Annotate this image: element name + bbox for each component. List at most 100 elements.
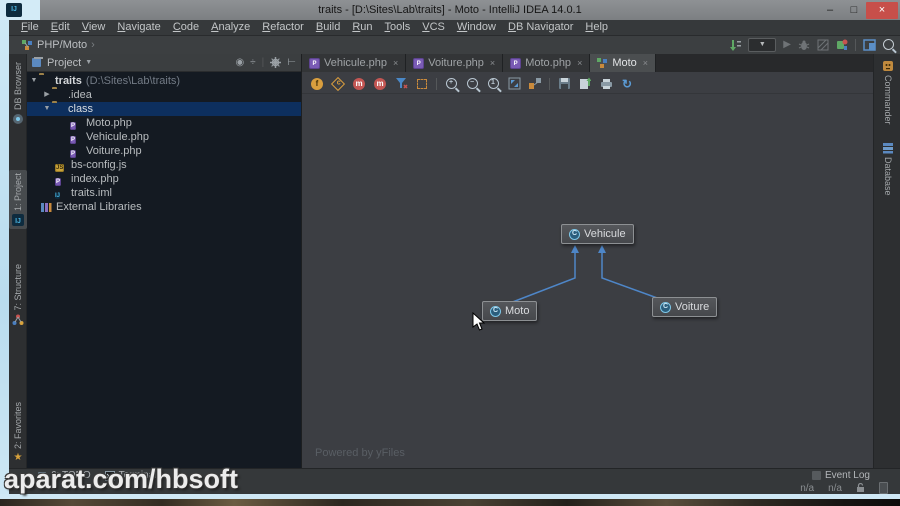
collapse-all-icon[interactable]: ÷ (250, 57, 256, 68)
mouse-cursor (472, 312, 486, 331)
menu-db-navigator[interactable]: DB Navigator (502, 20, 579, 35)
run-configuration-select[interactable]: ▼ (748, 37, 777, 52)
database-console-icon[interactable] (836, 39, 848, 51)
status-value: n/a (800, 482, 815, 494)
save-diagram-icon[interactable] (558, 77, 571, 90)
expand-arrow-icon[interactable]: ▼ (42, 102, 52, 116)
print-icon[interactable] (600, 78, 613, 90)
visibility-filter-icon[interactable] (395, 77, 408, 90)
menu-edit[interactable]: Edit (45, 20, 76, 35)
commander-icon (883, 61, 893, 71)
class-icon: C (569, 228, 580, 240)
breadcrumb-path: PHP/Moto (37, 39, 88, 51)
project-panel: Project ▼ ◉ ÷ | ⊢ ▼ traits (D:\Sites\Lab… (27, 54, 302, 468)
tab-moto-php[interactable]: P Moto.php × (503, 54, 591, 72)
change-scope-icon[interactable] (417, 78, 427, 89)
show-properties-icon[interactable]: m (374, 77, 386, 90)
project-view-title[interactable]: Project (47, 57, 81, 69)
project-view-chevron-icon[interactable]: ▼ (85, 59, 92, 66)
tree-row-traits-root[interactable]: ▼ traits (D:\Sites\Lab\traits) (27, 74, 301, 88)
debug-icon[interactable] (798, 39, 810, 51)
status-value: n/a (828, 482, 842, 494)
stripe-commander[interactable]: Commander (877, 60, 899, 125)
run-button[interactable]: ▶ (783, 39, 791, 51)
expand-arrow-icon[interactable]: ▶ (42, 88, 52, 102)
menu-view[interactable]: View (76, 20, 112, 35)
class-node-vehicule[interactable]: C Vehicule (561, 224, 634, 244)
zoom-out-icon[interactable]: − (466, 78, 478, 89)
tab-voiture-php[interactable]: P Voiture.php × (406, 54, 504, 72)
minimize-button[interactable]: – (818, 2, 842, 19)
settings-gear-icon[interactable] (270, 57, 282, 68)
menu-help[interactable]: Help (579, 20, 614, 35)
menu-code[interactable]: Code (167, 20, 205, 35)
menu-navigate[interactable]: Navigate (111, 20, 166, 35)
menu-vcs[interactable]: VCS (416, 20, 451, 35)
stripe-structure[interactable]: 7: Structure (9, 264, 27, 326)
menu-file[interactable]: File (15, 20, 45, 35)
tab-moto-diagram[interactable]: Moto × (590, 54, 657, 72)
show-constructors-icon[interactable]: c (330, 76, 346, 91)
search-everywhere-icon[interactable] (883, 39, 894, 50)
maximize-button[interactable]: □ (842, 2, 866, 19)
diagram-canvas[interactable]: C Vehicule C Moto C Voiture Powered by y… (302, 95, 873, 468)
menu-analyze[interactable]: Analyze (205, 20, 256, 35)
export-to-image-icon[interactable] (579, 77, 591, 90)
yfiles-attribution: Powered by yFiles (315, 447, 405, 459)
tree-row-traits-iml[interactable]: IJ traits.iml (27, 186, 301, 200)
svg-text:IJ: IJ (15, 218, 21, 225)
tree-row-vehicule-php[interactable]: P Vehicule.php (27, 130, 301, 144)
stripe-db-browser[interactable]: DB Browser (9, 62, 27, 125)
fit-content-icon[interactable] (508, 77, 521, 90)
stripe-database[interactable]: Database (877, 142, 899, 196)
vcs-changes-icon[interactable] (730, 39, 742, 51)
tool-stripe-right: Commander Database (873, 54, 900, 468)
favorites-star-icon: ★ (13, 452, 23, 464)
hide-panel-icon[interactable]: ⊢ (287, 57, 296, 68)
menu-window[interactable]: Window (451, 20, 502, 35)
tree-row-moto-php[interactable]: P Moto.php (27, 116, 301, 130)
breadcrumb[interactable]: PHP/Moto › (21, 38, 95, 52)
stripe-project[interactable]: 1: Project IJ (9, 170, 27, 230)
expand-arrow-icon[interactable]: ▼ (29, 74, 39, 88)
tree-row-external-libraries[interactable]: External Libraries (27, 200, 301, 214)
tab-close-icon[interactable]: × (490, 58, 495, 68)
diagram-toolbar: f c m m + − 1 ↻ (302, 74, 873, 94)
locate-file-icon[interactable]: ◉ (235, 57, 244, 68)
class-icon: C (490, 305, 501, 317)
tree-row-voiture-php[interactable]: P Voiture.php (27, 144, 301, 158)
editor-area: P Vehicule.php × P Voiture.php × P Moto.… (302, 54, 873, 468)
tab-close-icon[interactable]: × (577, 58, 582, 68)
close-button[interactable]: × (866, 1, 898, 19)
class-node-moto[interactable]: C Moto (482, 301, 538, 321)
tab-close-icon[interactable]: × (393, 58, 398, 68)
window-title: traits - [D:\Sites\Lab\traits] - Moto - … (318, 4, 582, 16)
show-methods-icon[interactable]: m (353, 77, 365, 90)
layout-windows-icon[interactable] (863, 38, 876, 51)
stripe-favorites[interactable]: 2: Favorites ★ (9, 402, 27, 463)
menu-build[interactable]: Build (310, 20, 346, 35)
tab-close-icon[interactable]: × (643, 58, 648, 68)
lock-icon[interactable] (856, 483, 865, 493)
apply-layout-icon[interactable] (528, 77, 542, 90)
class-node-voiture[interactable]: C Voiture (652, 297, 718, 317)
tree-row-class-selected[interactable]: ▼ class (27, 102, 301, 116)
tab-vehicule-php[interactable]: P Vehicule.php × (302, 54, 407, 72)
tool-stripe-left: DB Browser 1: Project IJ 7: Structure 2:… (9, 54, 27, 468)
php-file-icon: P (309, 57, 320, 69)
menu-refactor[interactable]: Refactor (256, 20, 310, 35)
tree-row-idea[interactable]: ▶ .idea (27, 88, 301, 102)
tree-row-bs-config[interactable]: JS bs-config.js (27, 158, 301, 172)
coverage-icon[interactable] (817, 39, 829, 51)
event-log-button[interactable]: Event Log (811, 470, 870, 481)
web-preview-icon[interactable]: ↻ (620, 77, 634, 91)
menu-run[interactable]: Run (346, 20, 378, 35)
show-fields-icon[interactable]: f (311, 77, 323, 90)
desktop-edge-left (0, 0, 9, 500)
tree-row-index-php[interactable]: P index.php (27, 172, 301, 186)
actual-size-icon[interactable]: 1 (487, 78, 499, 89)
php-file-icon: P (413, 57, 425, 69)
zoom-in-icon[interactable]: + (445, 78, 457, 89)
menu-tools[interactable]: Tools (379, 20, 417, 35)
memory-indicator[interactable] (879, 482, 888, 494)
